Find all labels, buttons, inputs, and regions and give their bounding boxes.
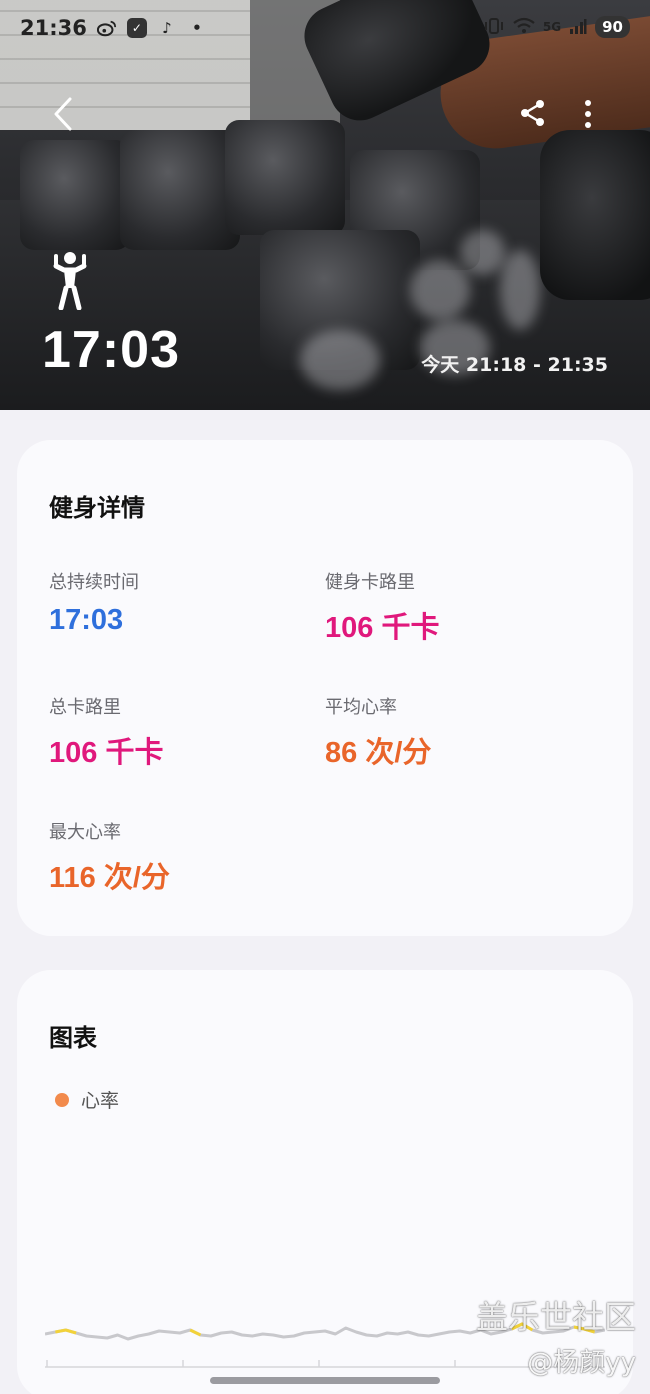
home-indicator[interactable] — [210, 1377, 440, 1384]
network-type-label: 5G — [542, 20, 562, 34]
metric-workout-calories: 健身卡路里 106 千卡 — [325, 568, 439, 646]
bokeh-light — [500, 250, 540, 330]
hero-duration: 17:03 — [42, 321, 180, 379]
metric-label: 健身卡路里 — [325, 572, 415, 593]
metric-label: 总卡路里 — [49, 697, 121, 718]
tiktok-icon: ♪ — [162, 19, 172, 37]
metric-label: 总持续时间 — [49, 572, 139, 593]
details-title: 健身详情 — [49, 494, 145, 522]
watermark-user: @杨颜yy — [527, 1348, 636, 1378]
app-notification-icon: ✓ — [126, 18, 147, 38]
bokeh-light — [300, 330, 380, 390]
bokeh-light — [410, 260, 470, 320]
signal-icon — [569, 18, 587, 37]
chart-legend[interactable]: 心率 — [55, 1086, 119, 1113]
bokeh-light — [460, 230, 505, 275]
wifi-icon — [513, 17, 535, 38]
watermark-community: 盖乐世社区 — [475, 1298, 636, 1336]
heart-rate-highlight — [189, 1328, 202, 1337]
status-bar-right: 5G 90 — [483, 16, 630, 38]
dumbbell — [540, 130, 650, 300]
metric-value: 17:03 — [49, 604, 124, 636]
chart-title: 图表 — [49, 1024, 97, 1052]
more-options-icon[interactable] — [580, 98, 596, 130]
metric-value: 86 次/分 — [325, 737, 432, 769]
status-bar-left: 21:36 ✓ ♪ • — [20, 16, 207, 40]
heart-rate-highlight — [55, 1328, 77, 1335]
legend-label: 心率 — [81, 1090, 120, 1112]
metric-total-duration: 总持续时间 17:03 — [49, 568, 139, 637]
metric-value: 106 千卡 — [49, 737, 164, 769]
dumbbell — [20, 140, 130, 250]
dumbbell — [120, 130, 240, 250]
strength-training-icon — [53, 252, 87, 310]
status-time: 21:36 — [20, 16, 87, 40]
weibo-icon — [96, 18, 117, 38]
metric-average-heart-rate: 平均心率 86 次/分 — [325, 693, 431, 771]
dumbbell — [225, 120, 345, 235]
metric-value: 116 次/分 — [49, 862, 170, 894]
metric-total-calories: 总卡路里 106 千卡 — [49, 693, 163, 771]
share-icon[interactable] — [518, 98, 548, 128]
more-notifications-dot-icon: • — [192, 19, 202, 37]
hero-banner: 21:36 ✓ ♪ • 5G 90 17:03 今天 21:18 - 21:35 — [0, 0, 650, 410]
hero-time-range: 今天 21:18 - 21:35 — [421, 354, 608, 376]
workout-details-card: 健身详情 总持续时间 17:03 健身卡路里 106 千卡 总卡路里 106 千… — [17, 440, 633, 936]
vibrate-icon — [483, 17, 505, 38]
metric-label: 最大心率 — [49, 822, 121, 843]
battery-icon: 90 — [595, 16, 630, 38]
back-arrow-icon[interactable] — [48, 95, 78, 133]
legend-dot — [55, 1092, 69, 1107]
metric-max-heart-rate: 最大心率 116 次/分 — [49, 818, 170, 896]
metric-value: 106 千卡 — [325, 612, 440, 644]
metric-label: 平均心率 — [325, 697, 397, 718]
